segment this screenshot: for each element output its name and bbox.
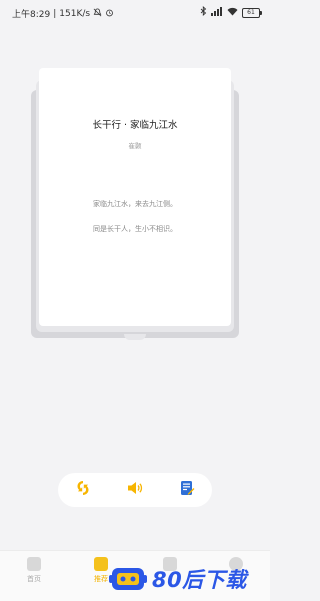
tab-home[interactable]: 首页 (14, 557, 54, 584)
poem-card[interactable] (39, 68, 231, 326)
status-time: 上午8:29 (12, 10, 51, 20)
status-left: 上午8:29 | 151K/s (12, 7, 114, 20)
notes-icon (178, 479, 196, 501)
speaker-icon (126, 479, 144, 501)
refresh-icon (74, 479, 92, 501)
status-divider: | (53, 8, 57, 19)
network-speed: 151K/s (59, 8, 91, 19)
status-right: 61 (200, 5, 262, 19)
bluetooth-icon (200, 5, 207, 19)
status-bar: 上午8:29 | 151K/s 61 (0, 0, 270, 24)
poem-line: 家临九江水，来去九江侧。 (93, 200, 177, 208)
mute-icon (93, 7, 102, 20)
home-icon (27, 557, 41, 571)
book-bottom-tab (124, 334, 146, 340)
tab-home-label: 首页 (27, 575, 41, 583)
refresh-button[interactable] (73, 480, 93, 500)
audio-button[interactable] (125, 480, 145, 500)
watermark: 80后下载 (108, 562, 270, 596)
battery-indicator: 61 (242, 7, 262, 18)
recommend-icon (94, 557, 108, 571)
notes-button[interactable] (177, 480, 197, 500)
action-bar (58, 473, 212, 507)
poem-line: 同是长干人，生小不相识。 (93, 225, 177, 233)
signal-icon (211, 6, 223, 19)
watermark-logo-icon (108, 564, 148, 594)
watermark-text: 80后下载 (152, 568, 247, 592)
poem-author: 崔颢 (128, 142, 142, 150)
wifi-icon (227, 7, 238, 19)
poem-title: 长干行 · 家临九江水 (92, 120, 178, 131)
alarm-icon (105, 8, 114, 20)
